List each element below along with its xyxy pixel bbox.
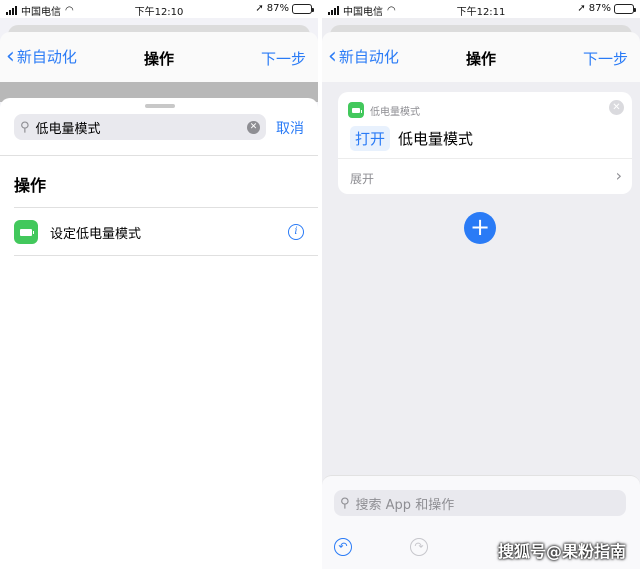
search-sheet: ⚲ 低电量模式 ✕ 取消 操作 设定低电量模式 i (0, 98, 318, 569)
action-card[interactable]: 低电量模式 ✕ 打开 低电量模式 展开 › (338, 92, 632, 194)
search-input[interactable]: ⚲ 低电量模式 ✕ (14, 114, 266, 140)
add-action-button[interactable]: + (464, 212, 496, 244)
search-icon: ⚲ (340, 495, 350, 511)
battery-percent: 87% (588, 3, 611, 14)
search-icon: ⚲ (20, 119, 30, 135)
action-search-sheet: ⚲ 搜索 App 和操作 ↶ ↷ 搜狐号@果粉指南 (322, 475, 640, 569)
divider (14, 207, 318, 208)
battery-icon (292, 3, 314, 14)
chevron-right-icon[interactable]: › (616, 166, 622, 185)
next-button[interactable]: 下一步 (583, 48, 628, 69)
watermark: 搜狐号@果粉指南 (498, 542, 627, 561)
action-search-placeholder: 搜索 App 和操作 (355, 497, 455, 513)
battery-percent: 87% (266, 3, 289, 14)
right-phone-screen: 中国电信 ◠ 下午12:11 ➚ 87% ‹ 新自动化 操作 下一步 低电量模式… (322, 0, 640, 569)
action-card-app-label: 低电量模式 (370, 106, 420, 118)
close-icon[interactable]: ✕ (609, 100, 624, 115)
redo-icon[interactable]: ↷ (410, 538, 428, 556)
action-card-header: 低电量模式 (348, 102, 420, 118)
battery-icon (14, 220, 38, 244)
action-card-body: 打开 低电量模式 (350, 126, 473, 151)
action-result-label: 设定低电量模式 (50, 226, 142, 242)
search-input-value: 低电量模式 (35, 121, 101, 137)
status-right: ➚ 87% (255, 3, 314, 14)
status-right: ➚ 87% (577, 3, 636, 14)
sheet-grabber[interactable] (145, 104, 175, 108)
divider (338, 158, 632, 159)
status-bar: 中国电信 ◠ 下午12:11 ➚ 87% (322, 0, 640, 18)
info-icon[interactable]: i (288, 224, 304, 240)
left-phone-screen: 中国电信 ◠ 下午12:10 ➚ 87% ‹ 新自动化 操作 下一步 ⚲ 低电量… (0, 0, 318, 569)
next-button[interactable]: 下一步 (261, 48, 306, 69)
editor-toolbar: ↶ ↷ 搜狐号@果粉指南 (322, 534, 640, 568)
navigation-bar: ‹ 新自动化 操作 下一步 (0, 32, 318, 82)
toggle-parameter-token[interactable]: 打开 (350, 126, 391, 151)
cancel-button[interactable]: 取消 (276, 118, 304, 138)
action-card-object: 低电量模式 (398, 130, 474, 148)
undo-icon[interactable]: ↶ (334, 538, 352, 556)
battery-icon (614, 3, 636, 14)
divider (14, 255, 318, 256)
section-title: 操作 (14, 176, 47, 195)
location-icon: ➚ (255, 3, 264, 14)
action-search-input[interactable]: ⚲ 搜索 App 和操作 (334, 490, 626, 516)
divider (0, 155, 318, 156)
location-icon: ➚ (577, 3, 586, 14)
status-bar: 中国电信 ◠ 下午12:10 ➚ 87% (0, 0, 318, 18)
expand-button[interactable]: 展开 (350, 170, 374, 187)
clear-icon[interactable]: ✕ (247, 120, 260, 134)
navigation-bar: ‹ 新自动化 操作 下一步 (322, 32, 640, 82)
plus-icon: + (469, 213, 491, 241)
battery-icon (348, 102, 364, 118)
action-result-row[interactable]: 设定低电量模式 i (0, 210, 318, 254)
